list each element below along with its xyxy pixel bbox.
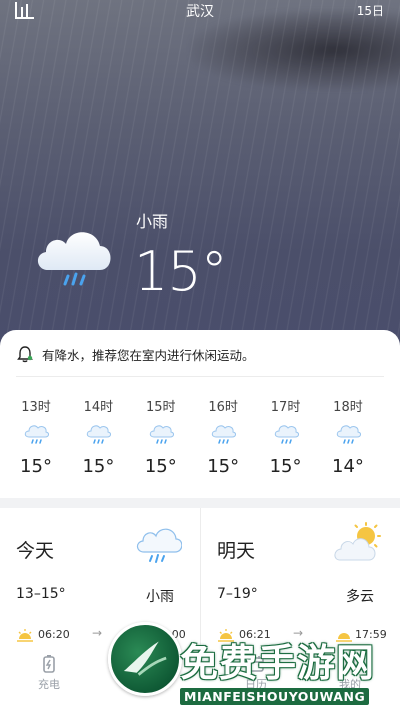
logo-swoosh-icon bbox=[123, 641, 167, 676]
hourly-forecast[interactable]: 13时 15° 14时 15° 15时 15° 16时 15° 17时 15° … bbox=[16, 396, 368, 486]
sunrise-icon bbox=[17, 629, 33, 642]
hour-time: 18时 bbox=[333, 400, 363, 415]
watermark-title: 免费手游网 bbox=[180, 641, 376, 685]
hour-time: 16时 bbox=[208, 400, 238, 415]
tab-charge[interactable]: 充电 bbox=[19, 654, 79, 692]
section-separator bbox=[0, 498, 400, 508]
hour-temp: 15° bbox=[269, 456, 302, 477]
hour-time: 15时 bbox=[146, 400, 176, 415]
rain-cloud-icon bbox=[37, 232, 111, 286]
battery-icon bbox=[43, 655, 55, 673]
tab-label: 充电 bbox=[38, 678, 60, 691]
light-rain-icon bbox=[211, 425, 237, 444]
light-rain-icon bbox=[87, 425, 112, 444]
sunrise-time: 06:20 bbox=[38, 628, 70, 641]
current-temperature: 15° bbox=[134, 240, 228, 303]
current-condition: 小雨 bbox=[136, 212, 169, 231]
day-condition: 多云 bbox=[346, 589, 374, 605]
watermark-subtitle: MIANFEISHOUYOUWANG bbox=[180, 688, 370, 705]
weather-hero: 武汉 15日 小雨 15° bbox=[0, 0, 400, 360]
site-watermark: 免费手游网 MIANFEISHOUYOUWANG bbox=[98, 612, 400, 711]
light-rain-icon bbox=[336, 425, 361, 444]
hour-time: 17时 bbox=[270, 400, 301, 415]
temperature-range: 7–19° bbox=[217, 586, 258, 602]
city-name[interactable]: 武汉 bbox=[0, 1, 400, 21]
hour-item[interactable]: 17时 15° bbox=[266, 396, 306, 486]
watermark-logo bbox=[108, 622, 182, 696]
day-label: 明天 bbox=[217, 540, 256, 562]
temperature-range: 13–15° bbox=[16, 586, 66, 602]
hour-item[interactable]: 13时 15° bbox=[16, 396, 56, 486]
hour-item[interactable]: 15时 15° bbox=[141, 396, 181, 486]
light-rain-icon bbox=[274, 425, 299, 444]
rain-cloud-icon bbox=[136, 528, 182, 563]
divider bbox=[16, 376, 384, 377]
light-rain-icon bbox=[24, 425, 49, 444]
alert-text: 有降水，推荐您在室内进行休闲运动。 bbox=[42, 347, 255, 363]
top-bar: 武汉 15日 bbox=[0, 0, 400, 22]
bell-icon bbox=[17, 346, 33, 363]
light-rain-icon bbox=[149, 425, 174, 444]
hour-time: 13时 bbox=[21, 400, 51, 415]
hour-temp: 15° bbox=[82, 456, 115, 477]
day-label: 今天 bbox=[16, 540, 55, 562]
hour-time: 14时 bbox=[83, 400, 114, 415]
hour-temp: 15° bbox=[20, 456, 52, 477]
hour-temp: 15° bbox=[144, 456, 177, 477]
hour-temp: 14° bbox=[332, 456, 364, 477]
hour-item[interactable]: 18时 14° bbox=[328, 396, 368, 486]
hour-item[interactable]: 16时 15° bbox=[203, 396, 243, 486]
hour-temp: 15° bbox=[207, 456, 240, 477]
day-condition: 小雨 bbox=[146, 589, 174, 605]
fifteen-day-link[interactable]: 15日 bbox=[357, 2, 384, 19]
partly-cloudy-icon bbox=[334, 522, 381, 561]
rain-streaks bbox=[0, 0, 400, 360]
hour-item[interactable]: 14时 15° bbox=[78, 396, 118, 486]
weather-alert[interactable]: 有降水，推荐您在室内进行休闲运动。 bbox=[16, 344, 255, 364]
